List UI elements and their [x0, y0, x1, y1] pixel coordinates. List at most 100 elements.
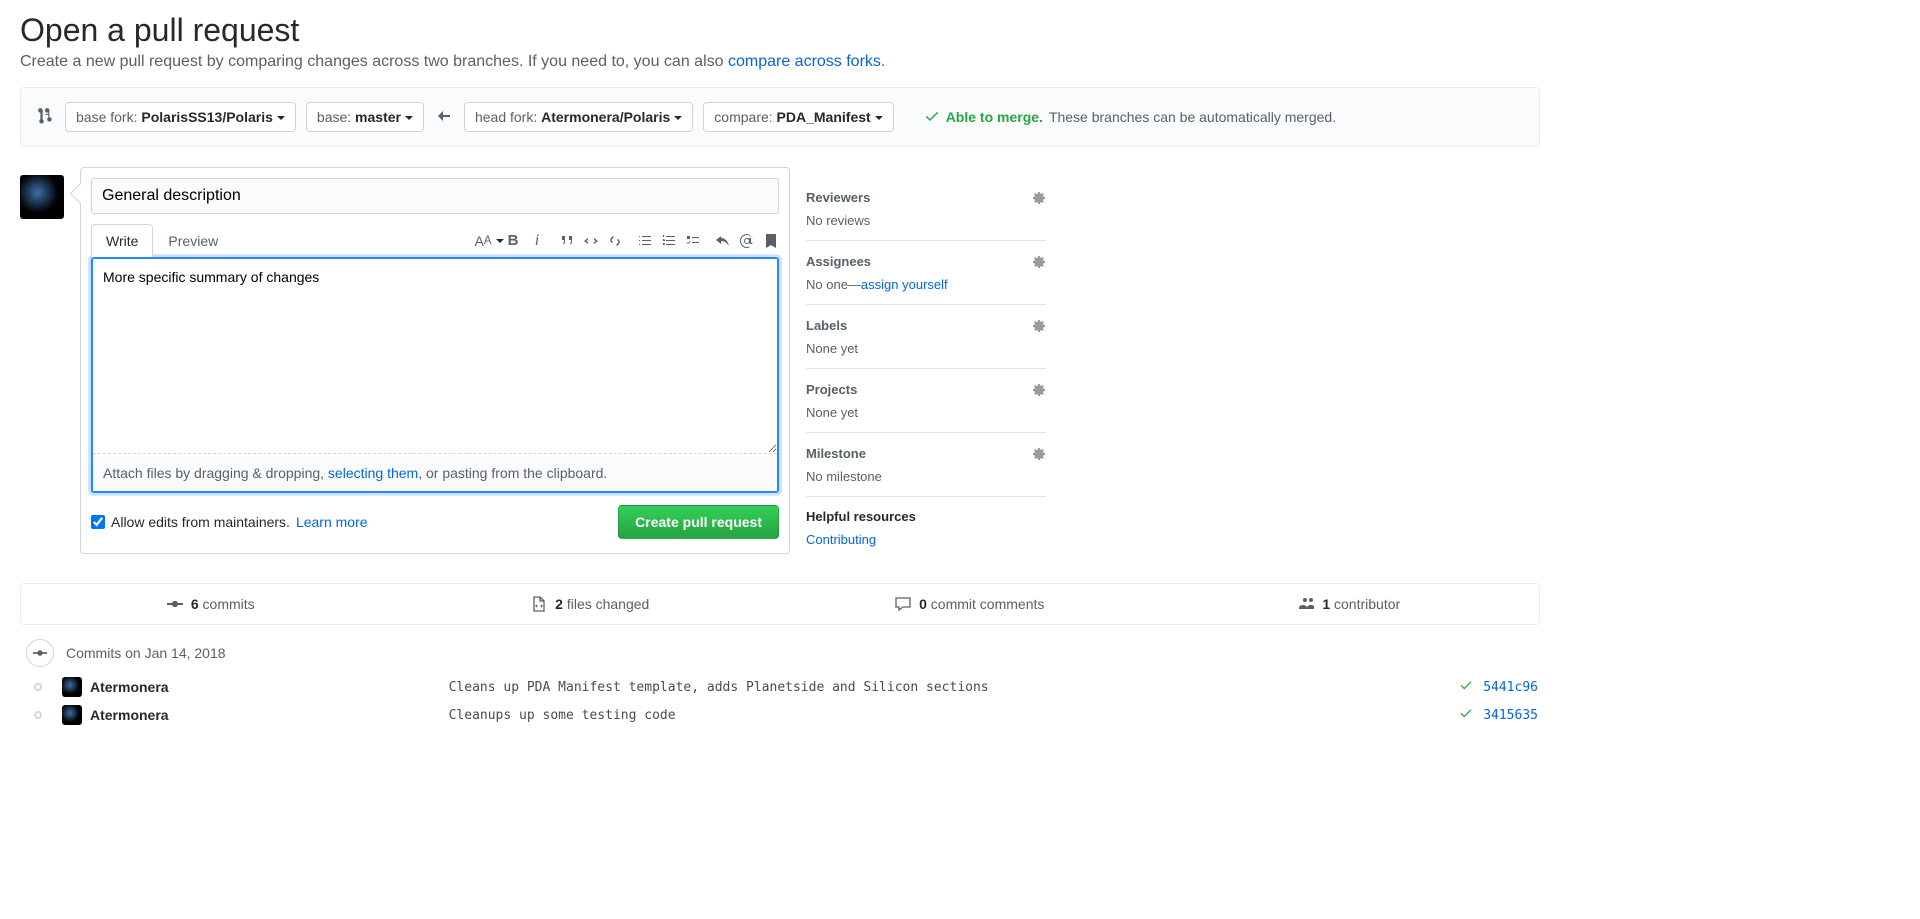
code-icon[interactable]: [583, 233, 599, 249]
gear-icon[interactable]: [1030, 189, 1046, 205]
create-pr-button[interactable]: Create pull request: [618, 505, 779, 539]
pr-description-textarea[interactable]: [93, 259, 777, 454]
commits-section: Commits on Jan 14, 2018 Atermonera Clean…: [20, 639, 1540, 749]
gear-icon[interactable]: [1030, 317, 1046, 333]
avatar[interactable]: [62, 705, 82, 725]
chevron-down-icon: [405, 116, 413, 120]
reply-icon[interactable]: [715, 233, 731, 249]
avatar[interactable]: [62, 677, 82, 697]
merge-status-text: Able to merge.: [946, 109, 1043, 125]
avatar[interactable]: [20, 175, 64, 219]
page-subtitle: Create a new pull request by comparing c…: [20, 53, 1540, 71]
compare-branch-label: compare:: [714, 109, 776, 125]
compare-branch-select[interactable]: compare: PDA_Manifest: [703, 102, 893, 132]
page-title: Open a pull request: [20, 12, 1540, 49]
allow-edits-row: Allow edits from maintainers. Learn more: [91, 514, 368, 530]
compare-bar: base fork: PolarisSS13/Polaris base: mas…: [20, 87, 1540, 147]
projects-title: Projects: [806, 382, 857, 397]
head-fork-value: Atermonera/Polaris: [541, 109, 670, 125]
commit-sha[interactable]: 3415635: [1483, 708, 1538, 723]
helpful-title: Helpful resources: [806, 509, 916, 524]
editor-column: Write Preview AA B i: [80, 167, 790, 554]
projects-body: None yet: [806, 405, 1046, 420]
reviewers-body: No reviews: [806, 213, 1046, 228]
allow-edits-checkbox[interactable]: [91, 515, 105, 529]
comments-count: 0: [919, 596, 927, 612]
base-fork-value: PolarisSS13/Polaris: [141, 109, 273, 125]
check-icon[interactable]: [1459, 678, 1473, 696]
compare-icon: [37, 107, 55, 128]
merge-status-msg: These branches can be automatically merg…: [1049, 109, 1336, 125]
ul-icon[interactable]: [637, 233, 653, 249]
editor-tabbar: Write Preview AA B i: [81, 224, 789, 257]
commit-message[interactable]: Cleans up PDA Manifest template, adds Pl…: [169, 680, 1460, 695]
commits-group-title: Commits on Jan 14, 2018: [66, 645, 226, 661]
diffstat-bar: 6 commits 2 files changed 0 commit comme…: [20, 583, 1540, 625]
reference-icon[interactable]: [763, 233, 779, 249]
sidebar-projects: Projects None yet: [806, 369, 1046, 433]
italic-icon[interactable]: i: [529, 233, 545, 249]
commit-author[interactable]: Atermonera: [90, 707, 169, 723]
base-branch-label: base:: [317, 109, 355, 125]
timeline-dot-icon: [34, 683, 42, 691]
arrow-left-icon: [434, 108, 454, 127]
chevron-down-icon: [875, 116, 883, 120]
contrib-count: 1: [1322, 596, 1330, 612]
quote-icon[interactable]: [559, 233, 575, 249]
gear-icon[interactable]: [1030, 445, 1046, 461]
base-branch-select[interactable]: base: master: [306, 102, 424, 132]
mention-icon[interactable]: [739, 233, 755, 249]
text-size-icon[interactable]: AA: [481, 233, 497, 249]
gear-icon[interactable]: [1030, 381, 1046, 397]
diffstat-commits[interactable]: 6 commits: [21, 584, 401, 624]
commit-row[interactable]: Atermonera Cleans up PDA Manifest templa…: [20, 673, 1540, 701]
timeline-dot-icon: [34, 711, 42, 719]
diffstat-comments[interactable]: 0 commit comments: [780, 584, 1160, 624]
merge-status: Able to merge. These branches can be aut…: [924, 108, 1336, 127]
assignees-prefix: No one—: [806, 277, 861, 292]
tab-preview[interactable]: Preview: [153, 224, 233, 257]
assignees-body: No one—assign yourself: [806, 277, 1046, 292]
sidebar: Reviewers No reviews Assignees No one—as…: [806, 167, 1046, 559]
page-container: Open a pull request Create a new pull re…: [0, 12, 1560, 749]
head-fork-label: head fork:: [475, 109, 541, 125]
comments-label: commit comments: [931, 596, 1045, 612]
tab-write[interactable]: Write: [91, 224, 153, 257]
editor-panel: Write Preview AA B i: [80, 167, 790, 554]
commit-sha[interactable]: 5441c96: [1483, 680, 1538, 695]
commits-count: 6: [191, 596, 199, 612]
bold-icon[interactable]: B: [505, 233, 521, 249]
attach-select-link[interactable]: selecting them: [328, 465, 418, 481]
learn-more-link[interactable]: Learn more: [296, 514, 368, 530]
milestone-title: Milestone: [806, 446, 866, 461]
files-count: 2: [555, 596, 563, 612]
chevron-down-icon: [277, 116, 285, 120]
labels-body: None yet: [806, 341, 1046, 356]
contributing-link[interactable]: Contributing: [806, 532, 876, 547]
subtitle-prefix: Create a new pull request by comparing c…: [20, 53, 728, 70]
description-wrap: Attach files by dragging & dropping, sel…: [91, 257, 779, 493]
reviewers-title: Reviewers: [806, 190, 870, 205]
commit-author[interactable]: Atermonera: [90, 679, 169, 695]
labels-title: Labels: [806, 318, 847, 333]
diffstat-files[interactable]: 2 files changed: [401, 584, 781, 624]
tasklist-icon[interactable]: [685, 233, 701, 249]
subtitle-suffix: .: [881, 53, 885, 70]
commit-message[interactable]: Cleanups up some testing code: [169, 708, 1460, 723]
gear-icon[interactable]: [1030, 253, 1046, 269]
contrib-label: contributor: [1334, 596, 1400, 612]
assign-self-link[interactable]: assign yourself: [861, 277, 948, 292]
base-fork-select[interactable]: base fork: PolarisSS13/Polaris: [65, 102, 296, 132]
compare-forks-link[interactable]: compare across forks: [728, 53, 881, 70]
ol-icon[interactable]: [661, 233, 677, 249]
attach-suffix: , or pasting from the clipboard.: [418, 465, 607, 481]
allow-edits-label: Allow edits from maintainers.: [111, 514, 290, 530]
link-icon[interactable]: [607, 233, 623, 249]
pr-title-input[interactable]: [91, 178, 779, 214]
compare-branch-value: PDA_Manifest: [777, 109, 871, 125]
check-icon[interactable]: [1459, 706, 1473, 724]
commit-timeline-icon: [26, 639, 54, 667]
diffstat-contributors[interactable]: 1 contributor: [1160, 584, 1540, 624]
commit-row[interactable]: Atermonera Cleanups up some testing code…: [20, 701, 1540, 729]
head-fork-select[interactable]: head fork: Atermonera/Polaris: [464, 102, 693, 132]
